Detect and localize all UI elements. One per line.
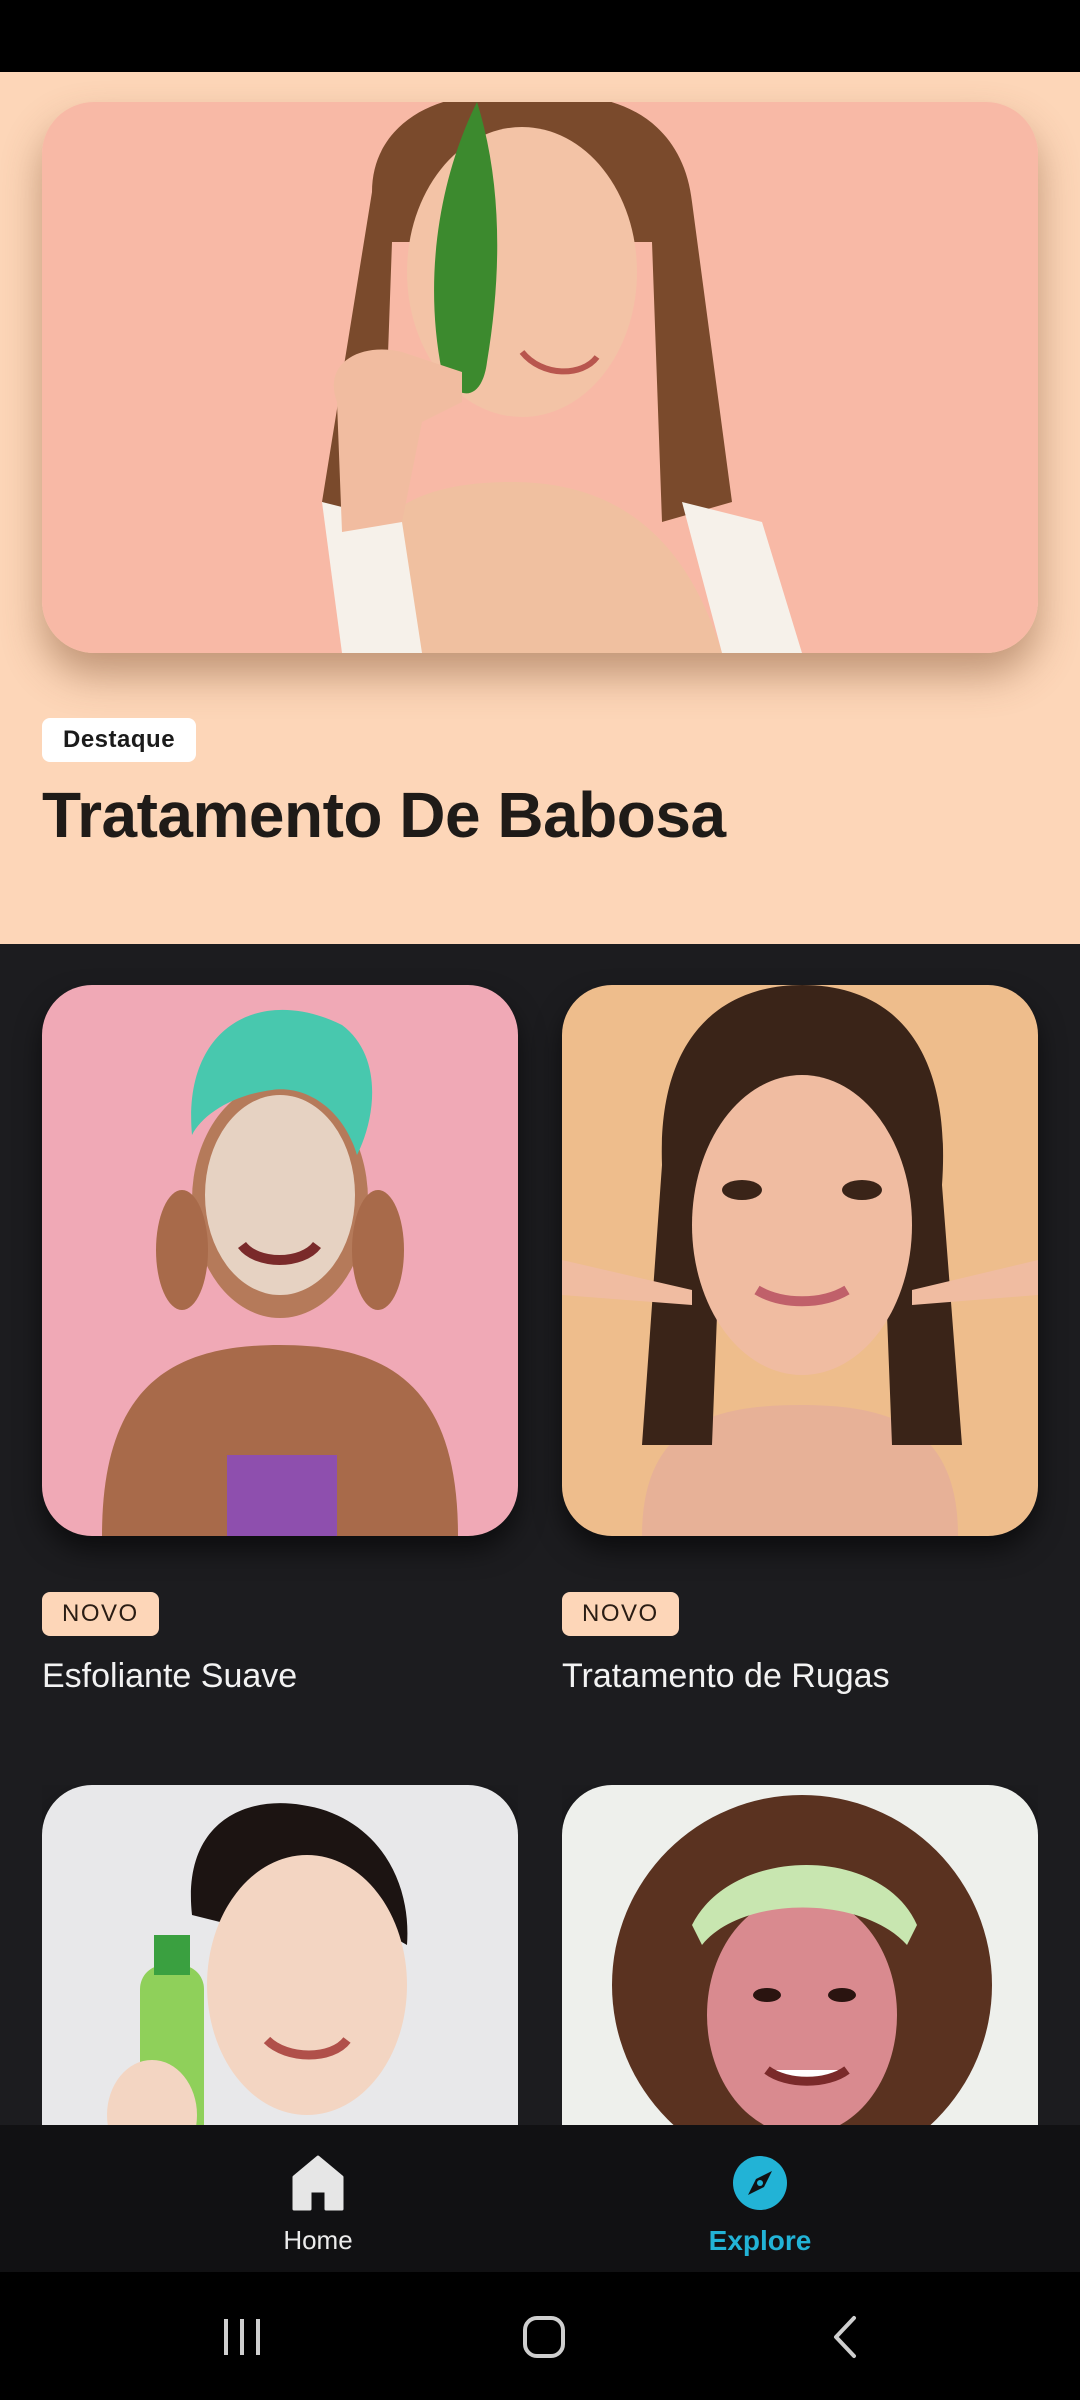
bottom-navigation: Home Explore <box>0 2125 1080 2272</box>
product-card-esfoliante[interactable]: NOVO Esfoliante Suave <box>42 985 518 1695</box>
recent-apps-button[interactable] <box>202 2302 282 2372</box>
hero-title: Tratamento De Babosa <box>42 779 726 851</box>
card-title: Esfoliante Suave <box>42 1657 298 1695</box>
card-image[interactable] <box>42 985 518 1536</box>
home-icon <box>292 2155 344 2211</box>
recent-apps-icon <box>224 2319 260 2355</box>
woman-holding-bottle-photo <box>42 1785 518 2125</box>
face-scrub-towel-photo <box>42 985 518 1536</box>
nav-home-label: Home <box>283 2225 353 2255</box>
status-bar <box>0 0 1080 72</box>
card-title: Tratamento de Rugas <box>562 1657 890 1695</box>
product-card-4[interactable] <box>562 1785 1038 2125</box>
product-card-3[interactable] <box>42 1785 518 2125</box>
nav-explore[interactable]: Explore <box>610 2125 910 2272</box>
card-image[interactable] <box>42 1785 518 2125</box>
system-home-button[interactable] <box>504 2302 584 2372</box>
home-circle-icon <box>523 2316 565 2358</box>
featured-badge: Destaque <box>42 718 197 762</box>
featured-hero[interactable]: Destaque Tratamento De Babosa <box>0 72 1080 944</box>
system-navigation-bar <box>0 2272 1080 2400</box>
card-image[interactable] <box>562 1785 1038 2125</box>
nav-explore-label: Explore <box>708 2225 812 2256</box>
hero-image[interactable] <box>42 102 1038 653</box>
new-badge: NOVO <box>562 1592 679 1636</box>
curly-woman-mask-photo <box>562 1785 1038 2125</box>
nav-home[interactable]: Home <box>168 2125 468 2272</box>
back-icon <box>834 2316 856 2358</box>
compass-icon <box>733 2156 787 2210</box>
product-card-rugas[interactable]: NOVO Tratamento de Rugas <box>562 985 1038 1695</box>
card-image[interactable] <box>562 985 1038 1536</box>
system-back-button[interactable] <box>806 2302 886 2372</box>
new-badge: NOVO <box>42 1592 159 1636</box>
woman-pointing-face-photo <box>562 985 1038 1536</box>
aloe-woman-photo <box>42 102 1038 653</box>
